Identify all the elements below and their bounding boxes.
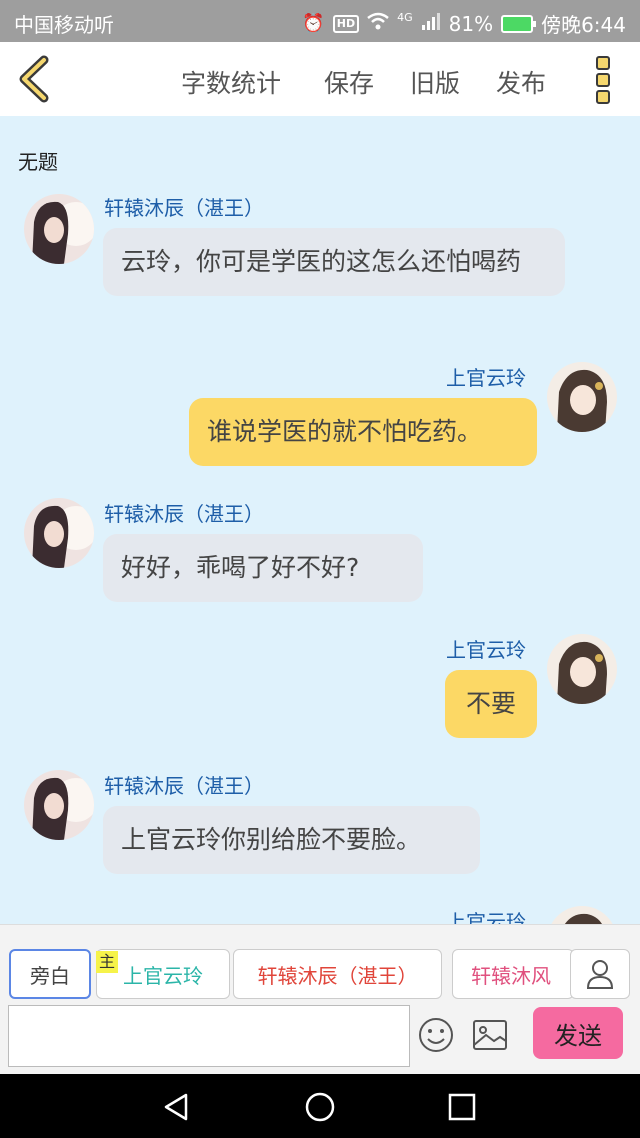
sender-name: 上官云玲 — [446, 910, 526, 924]
nav-home-icon[interactable] — [304, 1091, 336, 1123]
message-bubble[interactable]: 不要 — [445, 670, 537, 738]
role-chip-xuanyuan-mufeng[interactable]: 轩辕沐风 — [452, 949, 574, 999]
status-icons: ⏰ HD 4G 81% 傍晚6:44 — [302, 9, 626, 38]
back-button[interactable] — [14, 54, 54, 104]
avatar[interactable] — [547, 906, 617, 924]
message-bubble[interactable]: 谁说学医的就不怕吃药。 — [189, 398, 537, 466]
image-button[interactable] — [472, 1019, 508, 1051]
message-input[interactable] — [8, 1005, 410, 1067]
avatar[interactable] — [24, 770, 94, 840]
character-manager-button[interactable] — [570, 949, 630, 999]
chevron-left-icon — [19, 55, 49, 103]
publish-button[interactable]: 发布 — [496, 64, 546, 100]
signal-icon — [421, 12, 441, 35]
send-button[interactable]: 发送 — [533, 1007, 623, 1059]
wifi-icon — [367, 12, 389, 35]
role-chip-xuanyuan-muchen[interactable]: 轩辕沐辰（湛王） — [233, 949, 442, 999]
avatar[interactable] — [24, 194, 94, 264]
battery-percent: 81% — [448, 11, 494, 36]
battery-icon — [501, 14, 537, 33]
top-toolbar: 字数统计 保存 旧版 发布 — [0, 42, 640, 116]
chat-area[interactable]: 无题 轩辕沐辰（湛王） 云玲，你可是学医的这怎么还怕喝药 上官云玲 谁说学医的就… — [0, 116, 640, 924]
save-button[interactable]: 保存 — [324, 64, 374, 100]
avatar[interactable] — [547, 634, 617, 704]
old-version-button[interactable]: 旧版 — [410, 64, 460, 100]
image-icon — [473, 1020, 507, 1050]
word-count-button[interactable]: 字数统计 — [181, 64, 281, 100]
composer: 旁白 上官云玲 主 轩辕沐辰（湛王） 轩辕沐风 发送 — [0, 924, 640, 1074]
sender-name: 轩辕沐辰（湛王） — [104, 196, 264, 220]
menu-dot — [596, 56, 610, 70]
emoji-button[interactable] — [418, 1017, 454, 1053]
role-chip-narrator[interactable]: 旁白 — [9, 949, 91, 999]
master-tag: 主 — [96, 951, 118, 973]
nav-recents-icon[interactable] — [446, 1091, 478, 1123]
person-icon — [586, 960, 614, 989]
clock: 傍晚6:44 — [541, 13, 626, 37]
message-bubble[interactable]: 上官云玲你别给脸不要脸。 — [103, 806, 480, 874]
message-bubble[interactable]: 云玲，你可是学医的这怎么还怕喝药 — [103, 228, 565, 296]
nav-back-icon[interactable] — [160, 1091, 192, 1123]
message-bubble[interactable]: 好好，乖喝了好不好? — [103, 534, 423, 602]
story-title[interactable]: 无题 — [18, 146, 58, 175]
more-menu-button[interactable] — [596, 56, 614, 104]
avatar[interactable] — [547, 362, 617, 432]
status-bar: 中国移动听 ⏰ HD 4G 81% 傍晚6:44 — [0, 0, 640, 42]
network-type: 4G — [397, 11, 413, 24]
sender-name: 轩辕沐辰（湛王） — [104, 502, 264, 526]
sender-name: 轩辕沐辰（湛王） — [104, 774, 264, 798]
alarm-icon: ⏰ — [302, 13, 325, 34]
menu-dot — [596, 90, 610, 104]
system-nav-bar — [0, 1074, 640, 1138]
sender-name: 上官云玲 — [446, 366, 526, 390]
sender-name: 上官云玲 — [446, 638, 526, 662]
avatar[interactable] — [24, 498, 94, 568]
emoji-icon — [419, 1018, 453, 1052]
hd-icon: HD — [332, 14, 360, 33]
carrier-label: 中国移动听 — [14, 13, 114, 37]
menu-dot — [596, 73, 610, 87]
